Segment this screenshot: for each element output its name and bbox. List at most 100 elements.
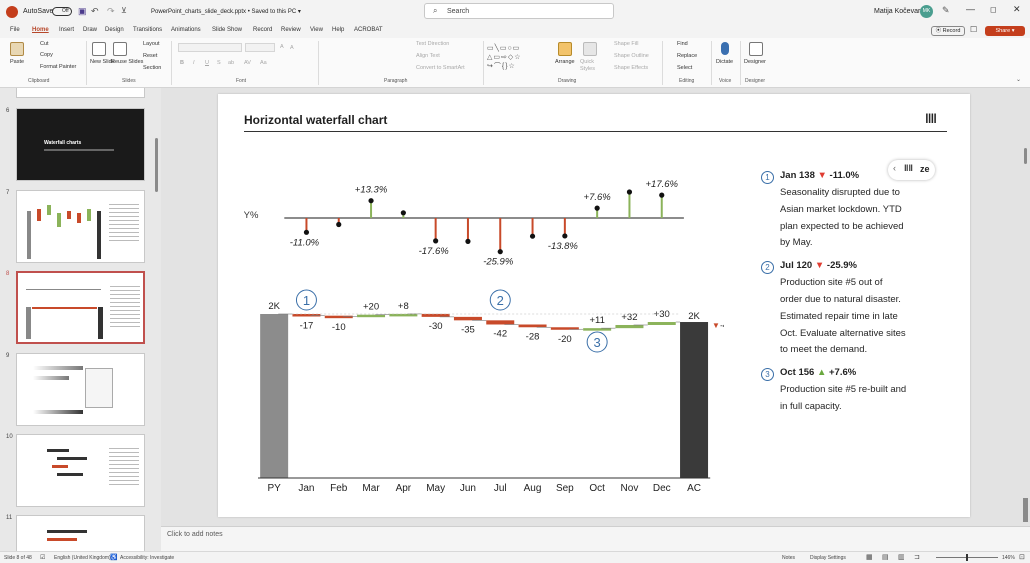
tab-view[interactable]: View [310, 27, 323, 33]
shapes-gallery[interactable]: ▭╲▭○▭ △▭⇨◇☆ ↪⌒{}☆ [487, 44, 549, 72]
waterfall-chart: ΔPY% -11.0% +13.3% -17.6% -25.9% -13.8% +7.6% +… [244, 179, 724, 494]
reuse-slides-button[interactable]: Reuse Slides [111, 59, 143, 65]
slide-sorter-icon[interactable]: ▤ [882, 553, 889, 561]
quick-styles-icon[interactable] [583, 42, 597, 56]
zoom-slider[interactable] [936, 554, 998, 561]
thumbnail-scrollbar[interactable] [155, 138, 158, 192]
font-size-select[interactable] [245, 43, 275, 52]
designer-icon[interactable] [749, 42, 763, 56]
slide-canvas[interactable]: Horizontal waterfall chart ‖‖ ΔPY% -11.0%… [218, 94, 970, 517]
tab-design[interactable]: Design [105, 27, 124, 33]
zoom-level[interactable]: 146% [1002, 555, 1015, 561]
change-case-button[interactable]: Aa [260, 60, 267, 66]
editor-scrollbar-track[interactable] [1023, 498, 1028, 522]
slide-thumbnail-6[interactable]: Waterfall charts [16, 108, 145, 181]
pen-icon[interactable]: ✎ [942, 5, 950, 16]
spellcheck-icon[interactable]: ☑ [40, 554, 45, 561]
select-button[interactable]: Select [677, 65, 692, 71]
editor-scrollbar[interactable] [1024, 148, 1027, 164]
slide-thumbnail-8[interactable] [16, 271, 145, 344]
italic-button[interactable]: I [193, 60, 195, 66]
slideshow-icon[interactable]: ⊐ [914, 553, 920, 561]
paste-button[interactable]: Paste [10, 59, 24, 65]
char-spacing-button[interactable]: AV [244, 60, 251, 66]
shape-outline-button[interactable]: Shape Outline [614, 53, 649, 59]
text-direction-button[interactable]: Text Direction [416, 41, 449, 47]
convert-smartart-button[interactable]: Convert to SmartArt [416, 65, 465, 71]
tab-insert[interactable]: Insert [59, 27, 74, 33]
search-icon: ⌕ [433, 6, 438, 15]
slide-thumbnail-9[interactable] [16, 353, 145, 426]
section-button[interactable]: Section [143, 65, 161, 71]
align-text-button[interactable]: Align Text [416, 53, 440, 59]
grow-font-button[interactable]: A [280, 44, 284, 50]
display-settings-button[interactable]: Display Settings [810, 555, 846, 561]
strikethrough-abc-button[interactable]: ab [228, 60, 234, 66]
zoom-slider-thumb[interactable] [966, 554, 968, 561]
underline-button[interactable]: U [205, 60, 209, 66]
reset-button[interactable]: Reset [143, 53, 157, 59]
strikethrough-button[interactable]: S [217, 60, 221, 66]
restore-icon[interactable]: ◻ [990, 5, 997, 14]
tab-record[interactable]: Record [253, 27, 272, 33]
undo-icon[interactable]: ↶ [91, 6, 99, 17]
notes-button[interactable]: Notes [782, 555, 795, 561]
avatar[interactable]: MK [920, 5, 933, 18]
shape-effects-button[interactable]: Shape Effects [614, 65, 648, 71]
normal-view-icon[interactable]: ▦ [866, 553, 873, 561]
arrange-button[interactable]: Arrange [555, 59, 575, 65]
arrange-icon[interactable] [558, 42, 572, 56]
replace-button[interactable]: Replace [677, 53, 697, 59]
user-name[interactable]: Matija Kočevar [874, 8, 920, 15]
collapse-ribbon-icon[interactable]: ⌄ [1016, 76, 1021, 83]
accessibility-status[interactable]: Accessibility: Investigate [120, 555, 174, 561]
tab-transitions[interactable]: Transitions [133, 27, 162, 33]
search-box[interactable]: ⌕ Search [424, 3, 614, 19]
customize-icon[interactable]: ⊻ [121, 6, 127, 15]
shrink-font-button[interactable]: A [290, 45, 294, 51]
designer-button[interactable]: Designer [744, 59, 766, 65]
language-status[interactable]: English (United Kingdom) [54, 555, 111, 561]
tab-draw[interactable]: Draw [83, 27, 97, 33]
format-painter-button[interactable]: Format Painter [40, 64, 76, 70]
slide-thumbnail-10[interactable] [16, 434, 145, 507]
tab-home[interactable]: Home [32, 27, 49, 33]
tab-slide-show[interactable]: Slide Show [212, 27, 242, 33]
notes-pane[interactable]: Click to add notes [161, 526, 1030, 551]
find-button[interactable]: Find [677, 41, 688, 47]
fit-slide-icon[interactable]: ⊡ [1019, 553, 1025, 561]
tab-file[interactable]: File [10, 27, 20, 33]
copy-button[interactable]: Copy [40, 52, 53, 58]
record-button[interactable]: ⦿ Record [931, 26, 965, 36]
reading-view-icon[interactable]: ▥ [898, 553, 905, 561]
tab-help[interactable]: Help [332, 27, 344, 33]
microphone-icon[interactable] [721, 42, 729, 55]
paste-icon[interactable] [10, 42, 24, 56]
share-button[interactable]: Share ▾ [985, 26, 1025, 36]
layout-button[interactable]: Layout [143, 41, 160, 47]
autosave-toggle[interactable]: Off [52, 7, 72, 16]
slide-thumbnail-7[interactable] [16, 190, 145, 263]
slide-thumbnail-11[interactable] [16, 515, 145, 551]
save-icon[interactable]: ▣ [78, 6, 87, 17]
redo-icon[interactable]: ↷ [107, 6, 115, 17]
file-name[interactable]: PowerPoint_charts_slide_deck.pptx • Save… [151, 8, 301, 15]
tab-animations[interactable]: Animations [171, 27, 201, 33]
tab-acrobat[interactable]: ACROBAT [354, 27, 383, 33]
comments-icon[interactable]: ☐ [970, 25, 977, 34]
font-family-select[interactable] [178, 43, 242, 52]
minimize-icon[interactable]: — [966, 4, 975, 14]
new-slide-icon[interactable] [92, 42, 106, 56]
bold-button[interactable]: B [180, 60, 184, 66]
cut-button[interactable]: Cut [40, 41, 49, 47]
close-icon[interactable]: ✕ [1013, 4, 1021, 15]
quick-styles-button[interactable]: Quick Styles [580, 59, 602, 73]
reuse-slides-icon[interactable] [113, 42, 127, 56]
dictate-button[interactable]: Dictate [716, 59, 733, 65]
zebra-widget[interactable]: ‹ ‖‖ ze [888, 160, 935, 180]
tab-review[interactable]: Review [281, 27, 301, 33]
shape-fill-button[interactable]: Shape Fill [614, 41, 638, 47]
thumbnail-bar [47, 530, 87, 533]
note-text-line: Asian market lockdown. YTD [780, 203, 902, 215]
notes-placeholder[interactable]: Click to add notes [167, 531, 223, 538]
